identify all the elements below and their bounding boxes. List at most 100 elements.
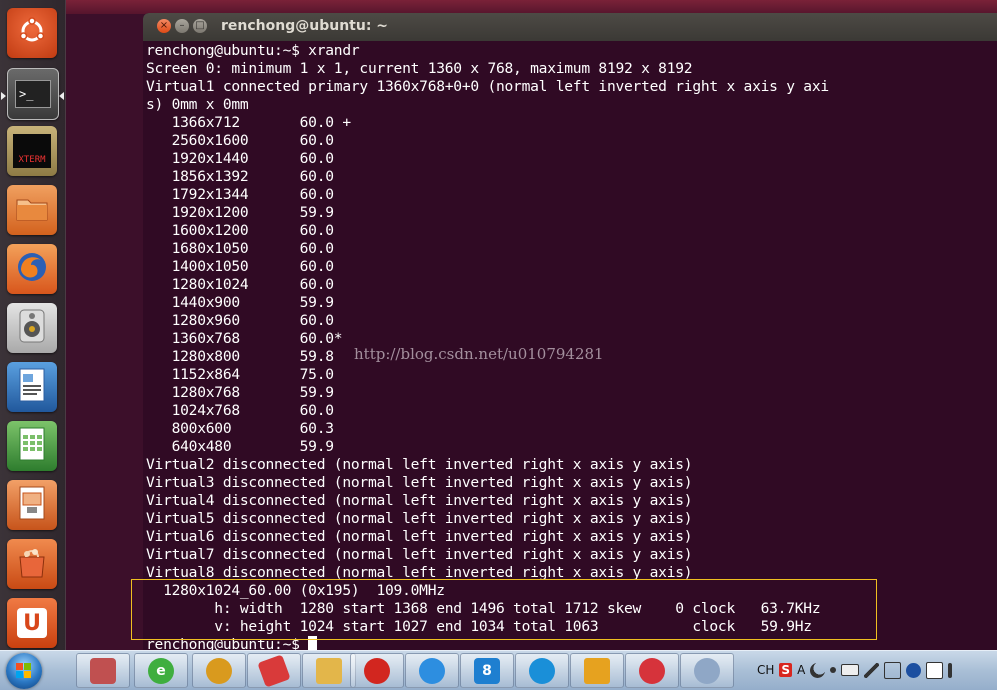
taskbar-vmware[interactable] xyxy=(570,653,624,688)
browser-e-icon: e xyxy=(148,657,174,684)
terminal-line: 2560x1600 60.0 xyxy=(146,132,334,149)
bird-icon xyxy=(529,657,555,684)
start-button[interactable] xyxy=(6,653,42,689)
taskbar-magnifier[interactable] xyxy=(192,653,246,688)
ubuntu-logo-icon xyxy=(17,16,47,50)
eraser-icon xyxy=(257,653,291,688)
ubuntu-one-icon: U xyxy=(17,608,47,638)
dash-home-button[interactable] xyxy=(7,8,57,58)
keyboard-icon[interactable] xyxy=(841,664,860,676)
terminal-window[interactable]: × – □ renchong@ubuntu: ~ renchong@ubuntu… xyxy=(143,13,997,650)
palette-icon xyxy=(694,657,720,684)
terminal-line: Virtual6 disconnected (normal left inver… xyxy=(146,528,693,545)
document-icon xyxy=(18,368,46,406)
terminal-line: 1920x1200 59.9 xyxy=(146,204,334,221)
terminal-line: 1280x768 59.9 xyxy=(146,384,334,401)
taskbar-notes[interactable] xyxy=(405,653,459,688)
terminal-line: Virtual7 disconnected (normal left inver… xyxy=(146,546,693,563)
close-icon: × xyxy=(159,20,169,31)
terminal-line: 1400x1050 60.0 xyxy=(146,258,334,275)
terminal-line: 1280x1024 60.0 xyxy=(146,276,334,293)
terminal-line: 1600x1200 60.0 xyxy=(146,222,334,239)
windows-taskbar: e 8 CH S A xyxy=(0,650,997,690)
xmind-icon xyxy=(639,657,665,684)
window-title: renchong@ubuntu: ~ xyxy=(221,18,389,34)
terminal-line: 1280x960 60.0 xyxy=(146,312,334,329)
terminal-line: Virtual4 disconnected (normal left inver… xyxy=(146,492,693,509)
font-icon[interactable]: A xyxy=(797,663,805,677)
terminal-line: 1024x768 60.0 xyxy=(146,402,334,419)
terminal-line: s) 0mm x 0mm xyxy=(146,96,249,113)
moon-icon[interactable] xyxy=(810,662,826,678)
launcher-firefox[interactable] xyxy=(7,244,57,294)
terminal-line: Virtual2 disconnected (normal left inver… xyxy=(146,456,693,473)
terminal-line: Virtual3 disconnected (normal left inver… xyxy=(146,474,693,491)
terminal-line: Virtual5 disconnected (normal left inver… xyxy=(146,510,693,527)
ime-icon[interactable]: S xyxy=(779,663,793,677)
terminal-line: 1856x1392 60.0 xyxy=(146,168,334,185)
unity-launcher: >_ XTERM U xyxy=(0,0,66,650)
terminal-line: 1366x712 60.0 + xyxy=(146,114,352,131)
terminal-line: 1920x1440 60.0 xyxy=(146,150,334,167)
launcher-rhythmbox[interactable] xyxy=(7,303,57,353)
more-icon[interactable] xyxy=(948,662,953,678)
user-profile-icon xyxy=(90,657,116,684)
taskbar-app-8[interactable]: 8 xyxy=(460,653,514,688)
launcher-impress[interactable] xyxy=(7,480,57,530)
windows-logo-icon xyxy=(16,663,32,679)
dot-icon[interactable] xyxy=(830,667,837,673)
highlight-annotation-box xyxy=(131,579,877,640)
launcher-terminal[interactable]: >_ xyxy=(7,68,59,120)
desktop-top-bar xyxy=(0,0,997,14)
taskbar-file-explorer[interactable] xyxy=(302,653,356,688)
external-link-icon[interactable] xyxy=(884,661,902,679)
terminal-line: 1792x1344 60.0 xyxy=(146,186,334,203)
pen-icon xyxy=(419,657,445,684)
taskbar-xmind[interactable] xyxy=(625,653,679,688)
launcher-files[interactable] xyxy=(7,185,57,235)
window-titlebar[interactable]: × – □ renchong@ubuntu: ~ xyxy=(143,13,997,41)
terminal-line: Screen 0: minimum 1 x 1, current 1360 x … xyxy=(146,60,693,77)
launcher-xterm[interactable]: XTERM xyxy=(7,126,57,176)
language-indicator[interactable]: CH xyxy=(757,663,774,677)
speaker-icon xyxy=(17,309,47,347)
spreadsheet-icon xyxy=(18,427,46,465)
taskbar-netease-music[interactable] xyxy=(350,653,404,688)
wrench-icon[interactable] xyxy=(864,662,880,678)
launcher-writer[interactable] xyxy=(7,362,57,412)
close-tray-icon[interactable] xyxy=(926,661,944,679)
watermark-text: http://blog.csdn.net/u010794281 xyxy=(354,345,604,363)
terminal-line: 1680x1050 60.0 xyxy=(146,240,334,257)
vmware-icon xyxy=(584,657,610,684)
presentation-icon xyxy=(17,486,47,524)
terminal-line: renchong@ubuntu:~$ xrandr xyxy=(146,42,360,59)
firefox-icon xyxy=(15,250,49,288)
minimize-button[interactable]: – xyxy=(175,19,189,33)
terminal-line: 1280x800 59.8 xyxy=(146,348,334,365)
terminal-icon: >_ xyxy=(15,80,51,108)
launcher-software-center[interactable] xyxy=(7,539,57,589)
taskbar-paint-tool[interactable] xyxy=(247,653,301,688)
terminal-line: 1360x768 60.0* xyxy=(146,330,343,347)
folder-icon xyxy=(316,657,342,684)
taskbar-feiq[interactable] xyxy=(515,653,569,688)
maximize-button[interactable]: □ xyxy=(193,19,207,33)
magnifier-icon xyxy=(206,657,232,684)
taskbar-paint-palette[interactable] xyxy=(680,653,734,688)
launcher-calc[interactable] xyxy=(7,421,57,471)
app-8-icon: 8 xyxy=(474,657,500,684)
taskbar-user-profile[interactable] xyxy=(76,653,130,688)
active-indicator-icon xyxy=(1,92,6,100)
terminal-line: 1152x864 75.0 xyxy=(146,366,334,383)
taskbar-360-browser[interactable]: e xyxy=(134,653,188,688)
folder-icon xyxy=(15,194,49,226)
close-button[interactable]: × xyxy=(157,19,171,33)
maximize-icon: □ xyxy=(195,20,205,31)
system-tray: CH S A xyxy=(757,659,953,681)
minimize-icon: – xyxy=(179,20,185,31)
xterm-icon: XTERM xyxy=(13,134,51,168)
launcher-ubuntu-one[interactable]: U xyxy=(7,598,57,648)
help-icon[interactable] xyxy=(906,662,922,678)
terminal-line: 640x480 59.9 xyxy=(146,438,334,455)
terminal-line: 800x600 60.3 xyxy=(146,420,334,437)
